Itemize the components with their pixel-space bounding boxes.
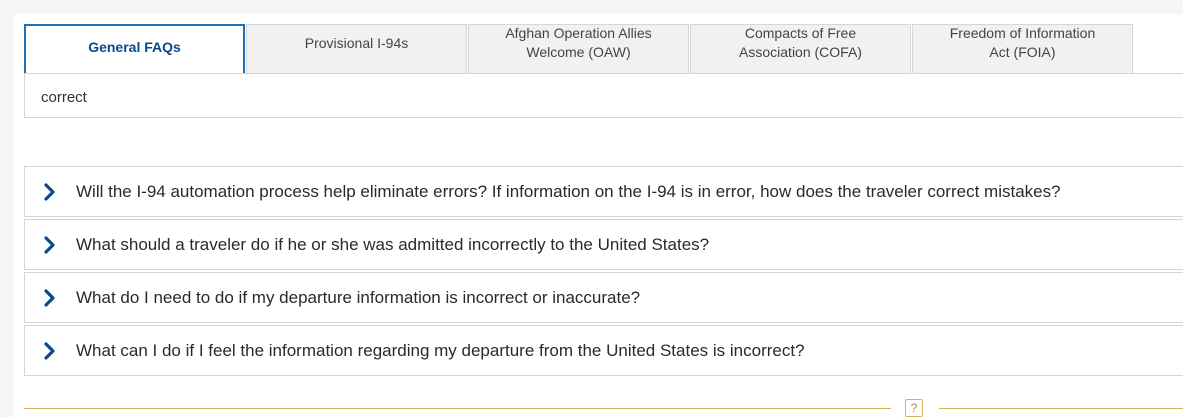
faq-item[interactable]: Will the I-94 automation process help el…: [24, 166, 1183, 217]
divider-line: [939, 408, 1183, 409]
faq-item[interactable]: What can I do if I feel the information …: [24, 325, 1183, 376]
help-icon[interactable]: ?: [905, 399, 923, 417]
faq-question: What can I do if I feel the information …: [76, 340, 805, 360]
tab-bar: General FAQs Provisional I-94s Afghan Op…: [24, 24, 1134, 74]
search-input[interactable]: [41, 86, 1161, 108]
tab-label: Afghan Operation Allies Welcome (OAW): [505, 25, 652, 60]
divider-line: [24, 408, 891, 409]
tab-label: Freedom of Information Act (FOIA): [949, 25, 1096, 60]
tab-foia[interactable]: Freedom of Information Act (FOIA): [912, 24, 1133, 73]
chevron-right-icon: [37, 288, 63, 308]
chevron-right-icon: [37, 182, 63, 202]
faq-question: Will the I-94 automation process help el…: [76, 181, 1061, 201]
faq-item[interactable]: What do I need to do if my departure inf…: [24, 272, 1183, 323]
page: General FAQs Provisional I-94s Afghan Op…: [14, 14, 1183, 417]
tab-afghan-oaw[interactable]: Afghan Operation Allies Welcome (OAW): [468, 24, 689, 73]
tab-provisional-i94s[interactable]: Provisional I-94s: [246, 24, 467, 73]
tab-label: General FAQs: [88, 38, 181, 55]
faq-item[interactable]: What should a traveler do if he or she w…: [24, 219, 1183, 270]
tab-cofa[interactable]: Compacts of Free Association (COFA): [690, 24, 911, 73]
chevron-right-icon: [37, 235, 63, 255]
tab-general-faqs[interactable]: General FAQs: [24, 24, 245, 74]
faq-question: What should a traveler do if he or she w…: [76, 234, 710, 254]
tab-label: Provisional I-94s: [304, 34, 409, 51]
tab-label: Compacts of Free Association (COFA): [739, 25, 862, 60]
faq-question: What do I need to do if my departure inf…: [76, 287, 641, 307]
chevron-right-icon: [37, 341, 63, 361]
faq-list: Will the I-94 automation process help el…: [24, 166, 1183, 378]
search-box: [24, 73, 1183, 118]
